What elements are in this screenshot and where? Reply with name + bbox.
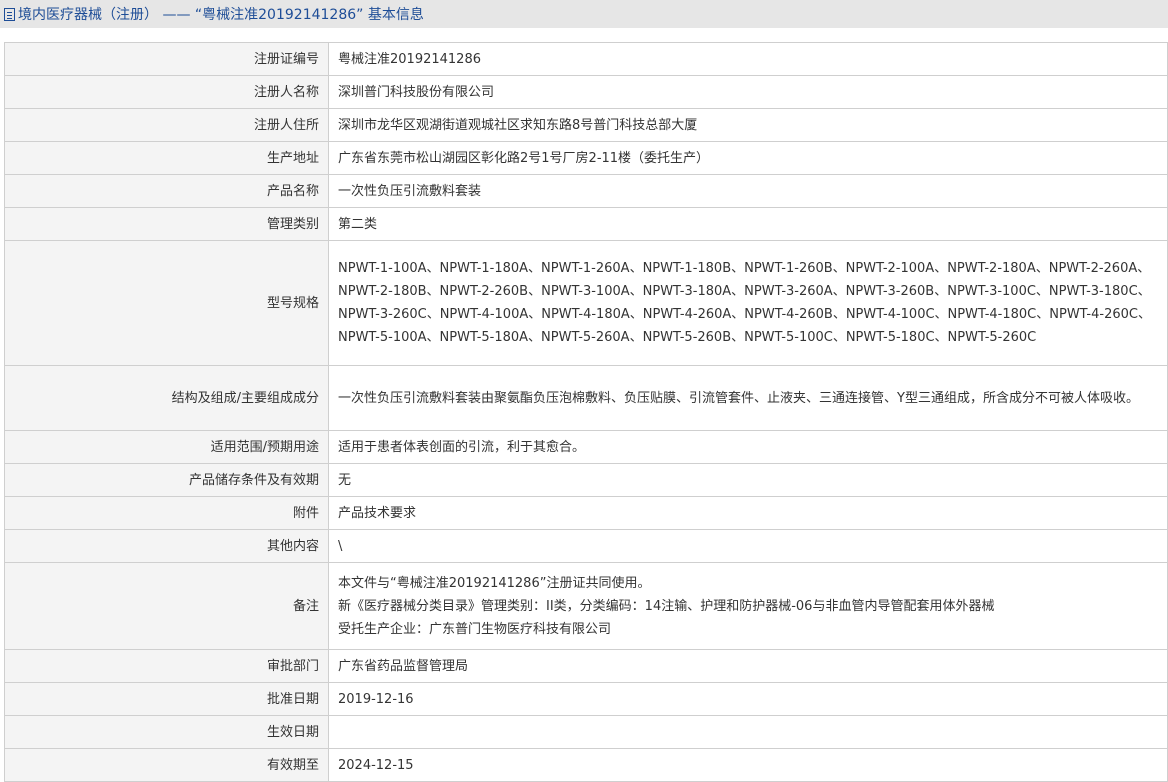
row-label: 审批部门	[4, 649, 329, 683]
table-row: 附件 产品技术要求	[4, 496, 1168, 530]
row-label: 产品储存条件及有效期	[4, 463, 329, 497]
table-row: 有效期至 2024-12-15	[4, 748, 1168, 782]
row-label: 管理类别	[4, 207, 329, 241]
row-value: 广东省药品监督管理局	[328, 649, 1168, 683]
row-label: 适用范围/预期用途	[4, 430, 329, 464]
row-value: 产品技术要求	[328, 496, 1168, 530]
row-label: 生产地址	[4, 141, 329, 175]
note-line: 受托生产企业：广东普门生物医疗科技有限公司	[338, 621, 612, 637]
table-row: 生产地址 广东省东莞市松山湖园区彰化路2号1号厂房2-11楼（委托生产）	[4, 141, 1168, 175]
basic-info-table: 注册证编号 粤械注准20192141286 注册人名称 深圳普门科技股份有限公司…	[4, 42, 1168, 782]
row-value: 2019-12-16	[328, 682, 1168, 716]
row-value: NPWT-1-100A、NPWT-1-180A、NPWT-1-260A、NPWT…	[328, 240, 1168, 366]
row-value: 深圳普门科技股份有限公司	[328, 75, 1168, 109]
row-value: 本文件与“粤械注准20192141286”注册证共同使用。 新《医疗器械分类目录…	[328, 562, 1168, 650]
row-value: 广东省东莞市松山湖园区彰化路2号1号厂房2-11楼（委托生产）	[328, 141, 1168, 175]
table-row: 备注 本文件与“粤械注准20192141286”注册证共同使用。 新《医疗器械分…	[4, 562, 1168, 650]
row-value: 第二类	[328, 207, 1168, 241]
table-row: 其他内容 \	[4, 529, 1168, 563]
table-row: 型号规格 NPWT-1-100A、NPWT-1-180A、NPWT-1-260A…	[4, 240, 1168, 366]
row-value: 无	[328, 463, 1168, 497]
page-title: 境内医疗器械（注册） —— “粤械注准20192141286” 基本信息	[18, 7, 424, 23]
row-value	[328, 715, 1168, 749]
table-row: 管理类别 第二类	[4, 207, 1168, 241]
table-row: 审批部门 广东省药品监督管理局	[4, 649, 1168, 683]
row-label: 注册人名称	[4, 75, 329, 109]
table-row: 产品名称 一次性负压引流敷料套装	[4, 174, 1168, 208]
row-label: 注册证编号	[4, 42, 329, 76]
row-value: \	[328, 529, 1168, 563]
table-row: 注册证编号 粤械注准20192141286	[4, 42, 1168, 76]
document-icon	[4, 7, 15, 21]
row-value: 深圳市龙华区观湖街道观城社区求知东路8号普门科技总部大厦	[328, 108, 1168, 142]
table-row: 生效日期	[4, 715, 1168, 749]
row-label: 备注	[4, 562, 329, 650]
row-label: 附件	[4, 496, 329, 530]
page-title-bar: 境内医疗器械（注册） —— “粤械注准20192141286” 基本信息	[0, 0, 1168, 28]
table-row: 适用范围/预期用途 适用于患者体表创面的引流，利于其愈合。	[4, 430, 1168, 464]
table-row: 注册人住所 深圳市龙华区观湖街道观城社区求知东路8号普门科技总部大厦	[4, 108, 1168, 142]
row-label: 批准日期	[4, 682, 329, 716]
note-line: 新《医疗器械分类目录》管理类别：II类，分类编码：14注输、护理和防护器械-06…	[338, 598, 995, 614]
row-label: 生效日期	[4, 715, 329, 749]
table-row: 批准日期 2019-12-16	[4, 682, 1168, 716]
row-label: 型号规格	[4, 240, 329, 366]
row-label: 注册人住所	[4, 108, 329, 142]
row-value: 一次性负压引流敷料套装由聚氨酯负压泡棉敷料、负压贴膜、引流管套件、止液夹、三通连…	[328, 365, 1168, 431]
row-label: 结构及组成/主要组成成分	[4, 365, 329, 431]
row-value: 适用于患者体表创面的引流，利于其愈合。	[328, 430, 1168, 464]
row-label: 其他内容	[4, 529, 329, 563]
row-value: 粤械注准20192141286	[328, 42, 1168, 76]
note-line: 本文件与“粤械注准20192141286”注册证共同使用。	[338, 575, 651, 591]
row-label: 产品名称	[4, 174, 329, 208]
table-row: 结构及组成/主要组成成分 一次性负压引流敷料套装由聚氨酯负压泡棉敷料、负压贴膜、…	[4, 365, 1168, 431]
row-label: 有效期至	[4, 748, 329, 782]
row-value: 一次性负压引流敷料套装	[328, 174, 1168, 208]
table-row: 注册人名称 深圳普门科技股份有限公司	[4, 75, 1168, 109]
table-row: 产品储存条件及有效期 无	[4, 463, 1168, 497]
row-value: 2024-12-15	[328, 748, 1168, 782]
